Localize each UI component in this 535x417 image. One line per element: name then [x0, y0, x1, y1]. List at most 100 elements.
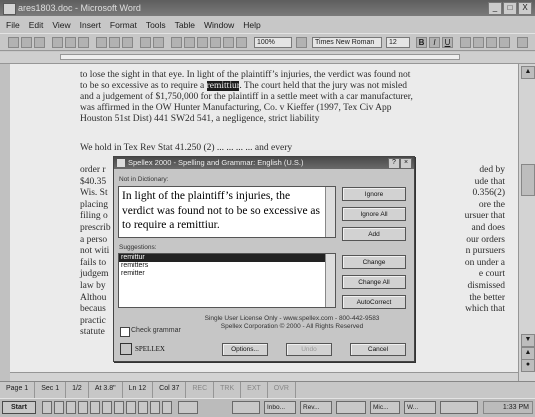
undo-icon[interactable]	[140, 37, 151, 48]
menu-edit[interactable]: Edit	[29, 18, 44, 32]
align-left-icon[interactable]	[460, 37, 471, 48]
doc-text: to be so excessive as to require a	[80, 81, 207, 91]
quicklaunch-icon[interactable]	[42, 401, 52, 414]
underline-button[interactable]: U	[442, 37, 453, 48]
quicklaunch-icon[interactable]	[54, 401, 64, 414]
preview-icon[interactable]	[65, 37, 76, 48]
suggestion-item[interactable]: remittur	[119, 254, 335, 262]
align-right-icon[interactable]	[486, 37, 497, 48]
select-browse-icon[interactable]: ●	[521, 359, 535, 372]
redo-icon[interactable]	[153, 37, 164, 48]
cancel-button[interactable]: Cancel	[350, 343, 406, 356]
menu-file[interactable]: File	[6, 18, 20, 32]
help-icon[interactable]	[296, 37, 307, 48]
suggestions-scrollbar[interactable]	[325, 254, 335, 307]
suggestions-list[interactable]: remittur remitters remitter	[118, 253, 336, 308]
menu-insert[interactable]: Insert	[80, 18, 101, 32]
close-icon[interactable]: ×	[400, 158, 412, 169]
scroll-thumb[interactable]	[521, 164, 535, 196]
document-paragraph-1[interactable]: to lose the sight in that eye. In light …	[80, 70, 458, 125]
horizontal-ruler[interactable]	[0, 52, 535, 64]
suggestion-item[interactable]: remitters	[119, 262, 335, 270]
obscured-text-right: ded by ude that 0.356(2) ore the ursuer that…	[464, 165, 505, 315]
bold-button[interactable]: B	[416, 37, 427, 48]
suggestion-item[interactable]: remitter	[119, 270, 335, 278]
menu-tools[interactable]: Tools	[146, 18, 166, 32]
quicklaunch-icon[interactable]	[78, 401, 88, 414]
task-button[interactable]: Rev...	[300, 401, 332, 414]
doc-line: to be so excessive as to require a remit…	[80, 81, 458, 92]
status-ovr[interactable]: OVR	[268, 382, 296, 398]
justify-icon[interactable]	[499, 37, 510, 48]
misspelled-word: remittiur	[206, 81, 240, 91]
maximize-button[interactable]: □	[503, 2, 517, 15]
status-pages: 1/2	[66, 382, 89, 398]
paste-icon[interactable]	[122, 37, 133, 48]
task-button[interactable]	[440, 401, 478, 414]
task-button[interactable]: W...	[404, 401, 436, 414]
task-button[interactable]	[336, 401, 366, 414]
align-center-icon[interactable]	[473, 37, 484, 48]
drawing-icon[interactable]	[210, 37, 221, 48]
italic-button[interactable]: I	[429, 37, 440, 48]
quicklaunch-icon[interactable]	[138, 401, 148, 414]
check-grammar-checkbox[interactable]	[120, 327, 130, 337]
document-paragraph-2[interactable]: We hold in Tex Rev Stat 41.250 (2) ... .…	[80, 143, 458, 154]
spelling-icon[interactable]	[78, 37, 89, 48]
close-button[interactable]: X	[518, 2, 532, 15]
show-hide-icon[interactable]	[236, 37, 247, 48]
cut-icon[interactable]	[96, 37, 107, 48]
font-select[interactable]: Times New Roman	[312, 37, 382, 48]
copy-icon[interactable]	[109, 37, 120, 48]
task-button[interactable]	[232, 401, 260, 414]
status-rec[interactable]: REC	[186, 382, 215, 398]
word-app-icon[interactable]	[3, 3, 16, 15]
status-trk[interactable]: TRK	[214, 382, 242, 398]
menu-format[interactable]: Format	[110, 18, 137, 32]
ignore-all-button[interactable]: Ignore All	[342, 207, 406, 221]
status-line: Ln 12	[123, 382, 154, 398]
scroll-up-icon[interactable]: ▲	[521, 66, 535, 79]
quicklaunch-icon[interactable]	[150, 401, 160, 414]
scroll-down-icon[interactable]: ▼	[521, 334, 535, 347]
new-icon[interactable]	[8, 37, 19, 48]
size-select[interactable]: 12	[386, 37, 410, 48]
task-button[interactable]	[178, 401, 198, 414]
status-ext[interactable]: EXT	[241, 382, 268, 398]
toolbar-options-icon[interactable]	[517, 37, 528, 48]
vertical-scrollbar[interactable]: ▲ ▼ ▲ ●	[518, 64, 535, 381]
quicklaunch-icon[interactable]	[66, 401, 76, 414]
task-button[interactable]: Mic...	[370, 401, 400, 414]
ignore-button[interactable]: Ignore	[342, 187, 406, 201]
menu-help[interactable]: Help	[243, 18, 260, 32]
help-icon[interactable]: ?	[388, 158, 400, 169]
open-icon[interactable]	[21, 37, 32, 48]
print-icon[interactable]	[52, 37, 63, 48]
menu-window[interactable]: Window	[204, 18, 234, 32]
undo-button[interactable]: Undo	[286, 343, 332, 356]
quicklaunch-icon[interactable]	[162, 401, 172, 414]
menu-table[interactable]: Table	[175, 18, 195, 32]
doc-map-icon[interactable]	[223, 37, 234, 48]
start-button[interactable]: Start	[2, 401, 36, 414]
menu-view[interactable]: View	[52, 18, 70, 32]
sentence-scrollbar[interactable]	[325, 187, 335, 237]
dialog-title: Spellex 2000 - Spelling and Grammar: Eng…	[128, 158, 304, 167]
minimize-button[interactable]: _	[488, 2, 502, 15]
task-button[interactable]: Inbo...	[264, 401, 296, 414]
sentence-box[interactable]: In light of the plaintiff’s injuries, th…	[118, 186, 336, 238]
autocorrect-button[interactable]: AutoCorrect	[342, 295, 406, 309]
change-all-button[interactable]: Change All	[342, 275, 406, 289]
save-icon[interactable]	[34, 37, 45, 48]
quicklaunch-icon[interactable]	[102, 401, 112, 414]
hyperlink-icon[interactable]	[171, 37, 182, 48]
quicklaunch-icon[interactable]	[114, 401, 124, 414]
change-button[interactable]: Change	[342, 255, 406, 269]
quicklaunch-icon[interactable]	[126, 401, 136, 414]
table-icon[interactable]	[184, 37, 195, 48]
add-button[interactable]: Add	[342, 227, 406, 241]
columns-icon[interactable]	[197, 37, 208, 48]
quicklaunch-icon[interactable]	[90, 401, 100, 414]
options-button[interactable]: Options...	[222, 343, 268, 356]
zoom-select[interactable]: 100%	[254, 37, 292, 48]
